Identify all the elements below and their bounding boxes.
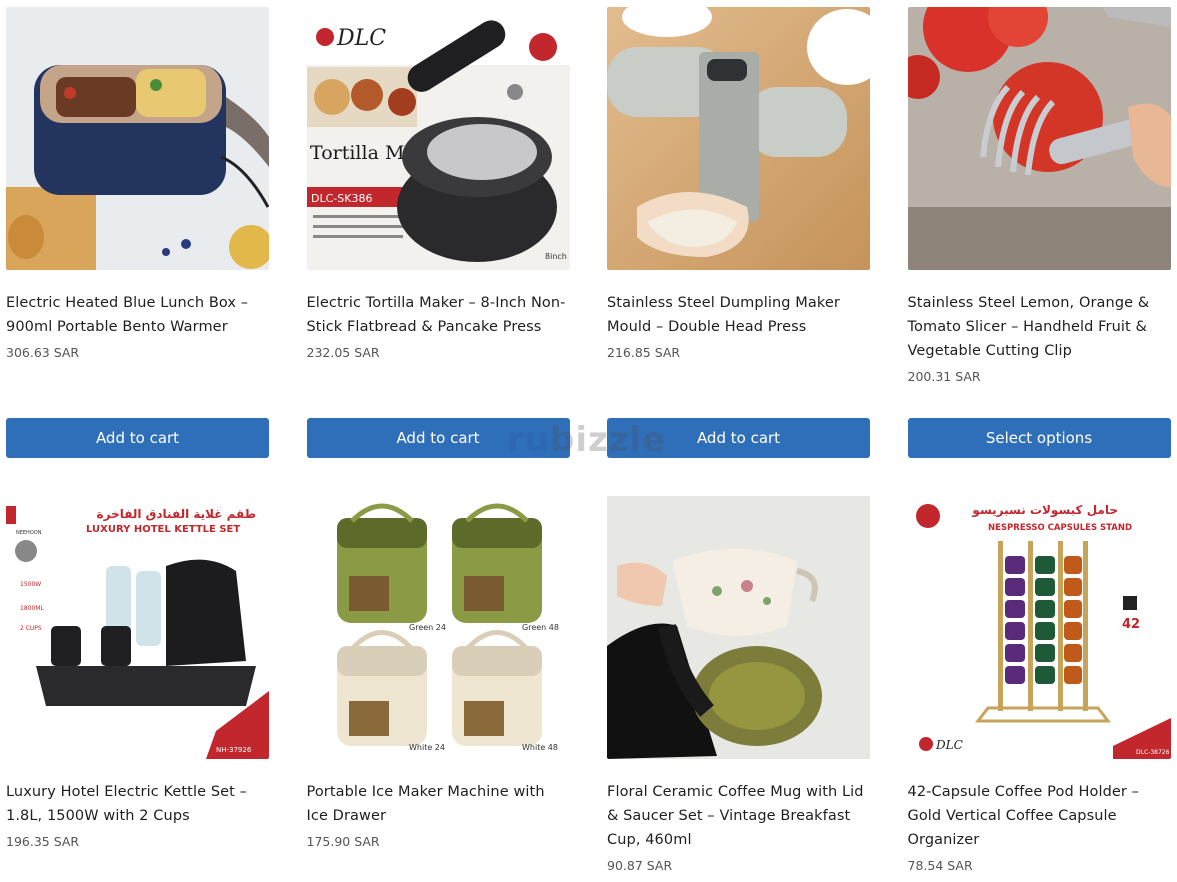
product-grid: Electric Heated Blue Lunch Box – 900ml P… [6, 7, 1171, 875]
product-title[interactable]: Stainless Steel Lemon, Orange & Tomato S… [908, 291, 1171, 363]
capacity-text: 1800ML [20, 605, 44, 612]
tomato-slicer-image[interactable] [907, 7, 1171, 270]
add-to-cart-button[interactable]: Add to cart [306, 418, 570, 458]
model-text: DLC-38726 [1136, 749, 1170, 756]
brand-text: DLC [336, 26, 386, 51]
arabic-heading-text: حامل كبسولات نسبريسو [971, 503, 1118, 518]
select-options-button[interactable]: Select options [907, 418, 1171, 458]
size-text: 8inch [545, 252, 567, 261]
product-title[interactable]: Electric Tortilla Maker – 8-Inch Non-Sti… [307, 291, 570, 339]
ice-maker-image[interactable]: Green 24 Green 48 White 24 White 48 [306, 496, 570, 759]
product-card: Floral Ceramic Coffee Mug with Lid & Sau… [607, 496, 870, 875]
product-card: DLC Tortilla Maker DLC-SK386 8inch Elect… [306, 7, 570, 458]
product-card: Green 24 Green 48 White 24 White 48 Port… [306, 496, 570, 875]
variant-label: White 48 [522, 743, 558, 752]
product-price: 78.54 SAR [907, 858, 973, 873]
kettle-heading-text: LUXURY HOTEL KETTLE SET [86, 524, 240, 535]
kettle-set-image[interactable]: طقم غلاية الفنادق الفاخرة LUXURY HOTEL K… [6, 496, 269, 759]
dumpling-maker-image[interactable] [607, 7, 870, 270]
product-price: 306.63 SAR [6, 345, 80, 360]
product-title[interactable]: Stainless Steel Dumpling Maker Mould – D… [607, 291, 870, 339]
product-title[interactable]: 42-Capsule Coffee Pod Holder – Gold Vert… [908, 780, 1171, 852]
model-text: NH-37926 [216, 746, 252, 754]
product-price: 200.31 SAR [907, 369, 981, 384]
product-price: 232.05 SAR [306, 345, 380, 360]
tortilla-maker-image[interactable]: DLC Tortilla Maker DLC-SK386 8inch [306, 7, 570, 270]
arabic-heading-text: طقم غلاية الفنادق الفاخرة [97, 507, 256, 521]
product-price: 216.85 SAR [607, 345, 681, 360]
product-price: 90.87 SAR [607, 858, 673, 873]
variant-label: Green 24 [409, 623, 446, 632]
coffee-mug-image[interactable] [607, 496, 870, 759]
cups-text: 2 CUPS [20, 625, 42, 632]
product-card: Electric Heated Blue Lunch Box – 900ml P… [6, 7, 269, 458]
brand-text: DLC [935, 738, 963, 752]
add-to-cart-button[interactable]: Add to cart [607, 418, 870, 458]
product-card: Stainless Steel Dumpling Maker Mould – D… [607, 7, 870, 458]
product-price: 196.35 SAR [6, 834, 80, 849]
power-text: 1500W [20, 581, 41, 588]
product-card: حامل كبسولات نسبريسو NESPRESSO CAPSULES … [907, 496, 1171, 875]
product-price: 175.90 SAR [306, 834, 380, 849]
capsule-holder-image[interactable]: حامل كبسولات نسبريسو NESPRESSO CAPSULES … [907, 496, 1171, 759]
product-card: طقم غلاية الفنادق الفاخرة LUXURY HOTEL K… [6, 496, 269, 875]
lunch-box-image[interactable] [6, 7, 269, 270]
variant-label: White 24 [409, 743, 445, 752]
product-card: Stainless Steel Lemon, Orange & Tomato S… [907, 7, 1171, 458]
model-text: DLC-SK386 [311, 192, 372, 205]
capsule-heading-text: NESPRESSO CAPSULES STAND [988, 523, 1132, 533]
product-title[interactable]: Portable Ice Maker Machine with Ice Draw… [307, 780, 570, 828]
brand-text: NEEHOON [16, 530, 42, 536]
add-to-cart-button[interactable]: Add to cart [6, 418, 269, 458]
variant-label: Green 48 [522, 623, 559, 632]
product-title[interactable]: Floral Ceramic Coffee Mug with Lid & Sau… [607, 780, 870, 852]
capsule-count-text: 42 [1122, 617, 1140, 632]
product-title[interactable]: Electric Heated Blue Lunch Box – 900ml P… [6, 291, 269, 339]
product-title[interactable]: Luxury Hotel Electric Kettle Set – 1.8L,… [6, 780, 269, 828]
